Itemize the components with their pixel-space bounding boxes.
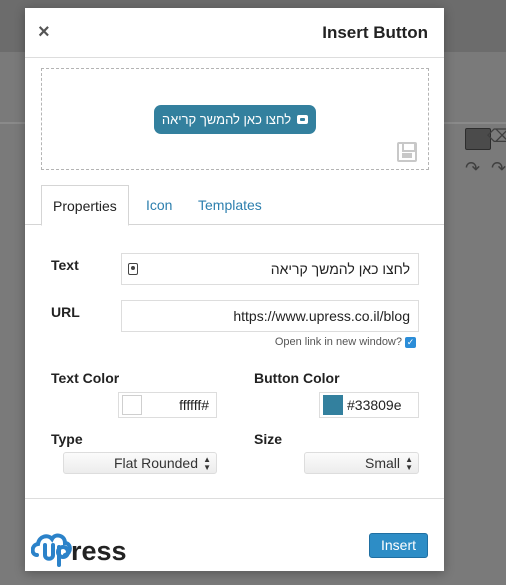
button-preview-area: לחצו כאן להמשך קריאה [41, 68, 429, 170]
contact-icon [128, 263, 138, 275]
new-window-label: Open link in new window? [274, 336, 402, 348]
type-select[interactable]: Flat Rounded ▲ ▼ [63, 452, 217, 474]
new-window-checkbox[interactable]: ✓ [405, 336, 416, 348]
upress-logo: ress [31, 533, 127, 567]
url-field-value: https://www.upress.co.il/blog [233, 308, 410, 324]
tab-bar: Properties Icon Templates [25, 185, 444, 226]
background-toolbar: ↷ ⌫ ↷ [443, 122, 506, 186]
text-color-value: ffffff# [179, 397, 209, 413]
preview-button[interactable]: לחצו כאן להמשך קריאה [154, 105, 316, 134]
select-arrows-icon: ▲ ▼ [405, 455, 413, 472]
dialog-header: × Insert Button [25, 8, 444, 58]
size-label: Size [254, 431, 283, 447]
text-field[interactable]: לחצו כאן להמשך קריאה [121, 253, 419, 285]
size-select[interactable]: Small ▲ ▼ [304, 452, 419, 474]
redo-icon: ↷ [465, 158, 481, 178]
newspaper-icon [297, 115, 309, 124]
dialog-title: Insert Button [322, 23, 428, 42]
new-window-option[interactable]: Open link in new window? ✓ [275, 336, 416, 348]
insert-button[interactable]: Insert [369, 533, 428, 558]
text-field-value: לחצו כאן להמשך קריאה [270, 261, 410, 277]
url-field[interactable]: https://www.upress.co.il/blog [121, 300, 419, 332]
text-label: Text [51, 257, 79, 273]
tab-properties[interactable]: Properties [41, 185, 129, 226]
logo-text: ress [71, 536, 127, 566]
insert-button-dialog: × Insert Button לחצו כאן להמשך קריאה Pro… [25, 8, 444, 571]
url-label: URL [51, 304, 80, 320]
text-color-label: Text Color [51, 370, 120, 386]
size-select-value: Small [364, 455, 400, 471]
save-icon[interactable] [397, 142, 417, 162]
button-color-swatch[interactable] [323, 395, 343, 415]
clear-icon: ⌫ [487, 126, 506, 146]
button-color-picker[interactable]: #33809e [319, 392, 419, 418]
text-color-swatch[interactable] [122, 395, 142, 415]
dialog-footer: ress Insert [25, 498, 444, 571]
select-arrows-icon: ▲ ▼ [203, 455, 211, 472]
type-select-value: Flat Rounded [113, 455, 198, 471]
button-color-label: Button Color [254, 370, 340, 386]
text-color-picker[interactable]: ffffff# [118, 392, 217, 418]
type-label: Type [51, 431, 83, 447]
preview-button-label: לחצו כאן להמשך קריאה [161, 112, 292, 127]
close-icon[interactable]: × [38, 22, 50, 42]
tab-icon[interactable]: Icon [135, 185, 183, 225]
redo-icon: ↷ [491, 158, 506, 178]
button-color-value: #33809e [347, 397, 402, 413]
tab-templates[interactable]: Templates [187, 185, 273, 225]
